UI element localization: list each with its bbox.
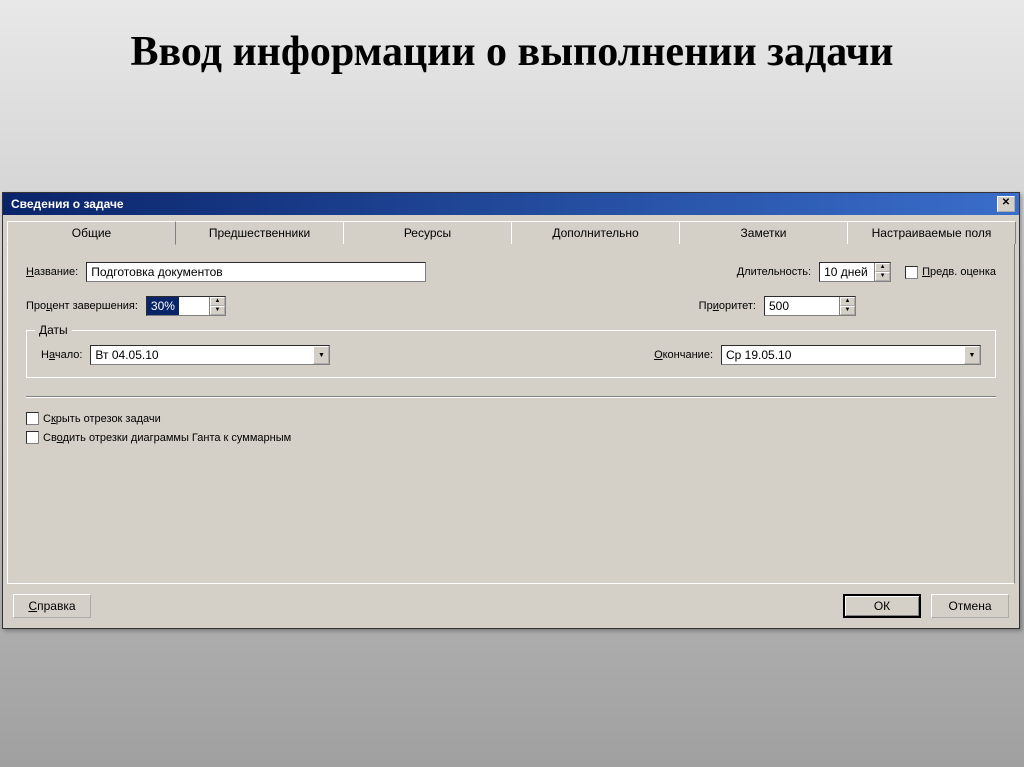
tab-advanced[interactable]: Дополнительно (511, 221, 680, 244)
percent-spin-buttons[interactable]: ▲ ▼ (209, 297, 225, 315)
name-input[interactable] (86, 262, 426, 282)
right-buttons: ОК Отмена (843, 594, 1009, 618)
name-duration-row: Название: Длительность: 10 дней ▲ ▼ Пред… (26, 262, 996, 282)
dates-row: Начало: Вт 04.05.10 ▼ Окончание: Ср 19.0… (41, 345, 981, 365)
spin-down-icon[interactable]: ▼ (840, 306, 855, 315)
rollup-label: Сводить отрезки диаграммы Ганта к суммар… (43, 432, 291, 444)
duration-value[interactable]: 10 дней (820, 263, 874, 281)
start-label: Начало: (41, 349, 82, 361)
spin-down-icon[interactable]: ▼ (210, 306, 225, 315)
priority-value[interactable]: 500 (765, 297, 839, 315)
finish-label: Окончание: (654, 349, 713, 361)
spin-up-icon[interactable]: ▲ (875, 263, 890, 272)
start-value[interactable]: Вт 04.05.10 (91, 346, 313, 364)
dates-legend: Даты (35, 323, 72, 337)
checkbox-icon[interactable] (26, 412, 39, 425)
name-label: Название: (26, 266, 78, 278)
rollup-checkbox[interactable]: Сводить отрезки диаграммы Ганта к суммар… (26, 431, 291, 444)
help-button[interactable]: Справка (13, 594, 91, 618)
finish-combo[interactable]: Ср 19.05.10 ▼ (721, 345, 981, 365)
estimated-checkbox[interactable]: Предв. оценка (905, 266, 996, 279)
close-button[interactable]: ✕ (997, 196, 1015, 212)
slide-title: Ввод информации о выполнении задачи (0, 0, 1024, 86)
priority-spin-buttons[interactable]: ▲ ▼ (839, 297, 855, 315)
hide-bar-label: Скрыть отрезок задачи (43, 413, 161, 425)
duration-spin-buttons[interactable]: ▲ ▼ (874, 263, 890, 281)
cancel-button[interactable]: Отмена (931, 594, 1009, 618)
checkbox-icon[interactable] (905, 266, 918, 279)
task-info-dialog: Сведения о задаче ✕ Общие Предшественник… (2, 192, 1020, 629)
percent-priority-row: Процент завершения: 30% ▲ ▼ Приоритет: 5… (26, 296, 996, 316)
rollup-row: Сводить отрезки диаграммы Ганта к суммар… (26, 431, 996, 444)
duration-spinner[interactable]: 10 дней ▲ ▼ (819, 262, 891, 282)
ok-button[interactable]: ОК (843, 594, 921, 618)
dropdown-icon[interactable]: ▼ (313, 346, 329, 364)
hide-bar-checkbox[interactable]: Скрыть отрезок задачи (26, 412, 161, 425)
percent-label: Процент завершения: (26, 300, 138, 312)
separator (26, 396, 996, 398)
dropdown-icon[interactable]: ▼ (964, 346, 980, 364)
tab-custom-fields[interactable]: Настраиваемые поля (847, 221, 1016, 244)
tab-predecessors[interactable]: Предшественники (175, 221, 344, 244)
spin-up-icon[interactable]: ▲ (840, 297, 855, 306)
spin-up-icon[interactable]: ▲ (210, 297, 225, 306)
button-bar: Справка ОК Отмена (3, 588, 1019, 628)
priority-label: Приоритет: (699, 300, 756, 312)
duration-label: Длительность: (737, 266, 811, 278)
spin-down-icon[interactable]: ▼ (875, 272, 890, 281)
hide-bar-row: Скрыть отрезок задачи (26, 412, 996, 425)
dates-group: Даты Начало: Вт 04.05.10 ▼ Окончание: Ср… (26, 330, 996, 378)
percent-spinner[interactable]: 30% ▲ ▼ (146, 296, 226, 316)
dialog-titlebar: Сведения о задаче ✕ (3, 193, 1019, 215)
tab-general[interactable]: Общие (7, 221, 176, 245)
finish-value[interactable]: Ср 19.05.10 (722, 346, 964, 364)
priority-spinner[interactable]: 500 ▲ ▼ (764, 296, 856, 316)
tab-notes[interactable]: Заметки (679, 221, 848, 244)
start-combo[interactable]: Вт 04.05.10 ▼ (90, 345, 330, 365)
percent-value[interactable]: 30% (147, 297, 179, 315)
estimated-label: Предв. оценка (922, 266, 996, 278)
tab-row: Общие Предшественники Ресурсы Дополнител… (3, 215, 1019, 244)
dialog-title: Сведения о задаче (11, 197, 124, 211)
tab-resources[interactable]: Ресурсы (343, 221, 512, 244)
checkbox-icon[interactable] (26, 431, 39, 444)
general-panel: Название: Длительность: 10 дней ▲ ▼ Пред… (7, 244, 1015, 584)
